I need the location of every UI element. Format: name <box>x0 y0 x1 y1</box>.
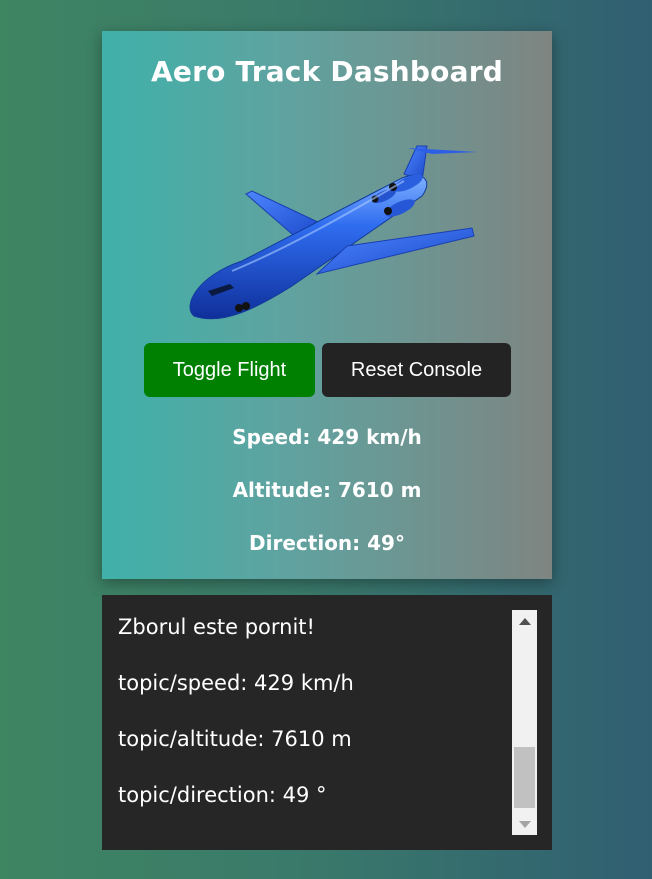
altitude-readout: Altitude: 7610 m <box>232 478 422 502</box>
speed-readout: Speed: 429 km/h <box>232 425 422 449</box>
console-scrollbar[interactable] <box>512 610 537 835</box>
console-log[interactable]: Zborul este pornit! topic/speed: 429 km/… <box>102 595 552 850</box>
toggle-flight-button[interactable]: Toggle Flight <box>144 343 315 397</box>
dashboard-title: Aero Track Dashboard <box>151 55 503 88</box>
airplane-icon <box>172 136 482 321</box>
scroll-down-arrow-icon[interactable] <box>512 813 537 835</box>
console-line: topic/altitude: 7610 m <box>118 727 352 751</box>
scroll-up-arrow-icon[interactable] <box>512 610 537 632</box>
scrollbar-thumb[interactable] <box>514 747 535 808</box>
dashboard-card: Aero Track Dashboard Toggle Flight Reset… <box>102 31 552 579</box>
console-line: topic/speed: 429 km/h <box>118 671 354 695</box>
reset-console-button[interactable]: Reset Console <box>322 343 511 397</box>
direction-readout: Direction: 49° <box>249 531 405 555</box>
console-line: topic/direction: 49 ° <box>118 783 327 807</box>
console-line: Zborul este pornit! <box>118 615 315 639</box>
